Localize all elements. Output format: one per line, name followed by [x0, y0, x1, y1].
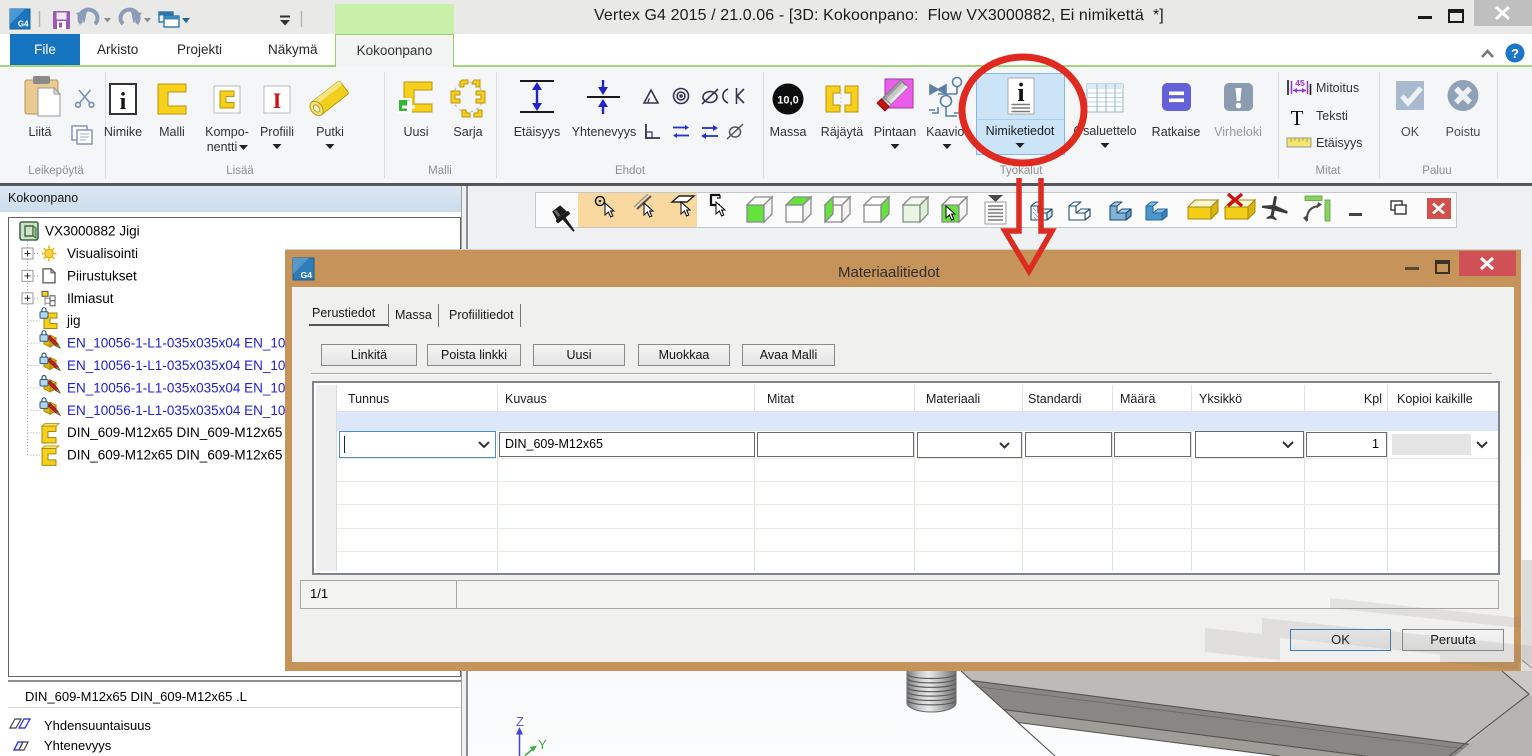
- svg-text:G4: G4: [301, 270, 313, 280]
